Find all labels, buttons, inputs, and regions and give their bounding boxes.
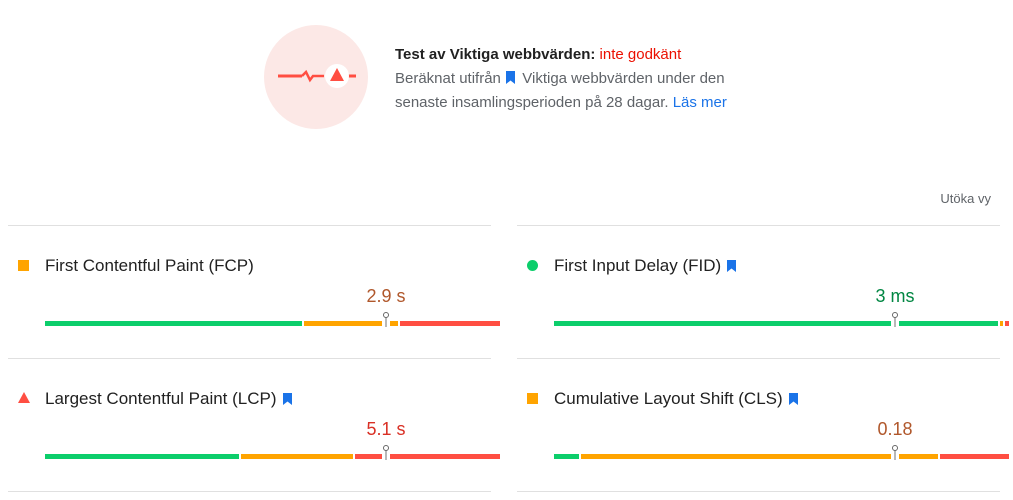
metric-value: 5.1 s (366, 419, 406, 439)
poor-segment (1005, 321, 1009, 326)
bookmark-icon (788, 393, 798, 405)
summary-title: Test av Viktiga webbvärden: (395, 46, 596, 63)
bookmark-icon (282, 393, 292, 405)
poor-segment (400, 321, 500, 326)
cwv-summary: Test av Viktiga webbvärden: inte godkänt… (264, 25, 1004, 135)
expand-view-toggle[interactable]: Utöka vy (940, 191, 991, 206)
poor-triangle-icon (18, 392, 30, 403)
fail-gauge (264, 25, 368, 129)
summary-description: Beräknat utifrån Viktiga webbvärden unde… (395, 67, 775, 115)
average-segment (241, 454, 353, 459)
metric-lcp[interactable]: Largest Contentful Paint (LCP) 5.1 s (8, 359, 500, 489)
bookmark-icon (506, 71, 516, 84)
distribution-bar (554, 445, 1009, 461)
poor-segment (355, 454, 500, 459)
divider (517, 491, 1000, 492)
learn-more-link[interactable]: Läs mer (673, 94, 727, 111)
good-segment (554, 321, 998, 326)
fail-icon (278, 64, 356, 88)
metric-value: 2.9 s (366, 286, 406, 306)
percentile-pin-icon (382, 312, 390, 327)
percentile-pin-icon (891, 312, 899, 327)
good-circle-icon (527, 260, 538, 271)
average-square-icon (527, 393, 538, 404)
distribution-bar (45, 312, 500, 328)
summary-text: Test av Viktiga webbvärden: inte godkänt… (395, 43, 775, 115)
metric-label-text: Cumulative Layout Shift (CLS) (554, 389, 783, 408)
poor-segment (940, 454, 1009, 459)
metric-fcp[interactable]: First Contentful Paint (FCP) 2.9 s (8, 226, 500, 356)
good-segment (554, 454, 579, 459)
bookmark-icon (727, 260, 737, 272)
summary-verdict: inte godkänt (599, 46, 682, 63)
metric-fid[interactable]: First Input Delay (FID) 3 ms (517, 226, 1009, 356)
metric-label-text: First Contentful Paint (FCP) (45, 256, 254, 275)
metric-value: 0.18 (877, 419, 913, 439)
good-segment (45, 321, 302, 326)
percentile-pin-icon (891, 445, 899, 460)
metric-label: Cumulative Layout Shift (CLS) (554, 389, 798, 409)
distribution-bar (45, 445, 500, 461)
average-segment (581, 454, 938, 459)
divider (8, 491, 491, 492)
description-prefix: Beräknat utifrån (395, 70, 501, 87)
metric-label: Largest Contentful Paint (LCP) (45, 389, 292, 409)
good-segment (45, 454, 239, 459)
distribution-bar (554, 312, 1009, 328)
metric-label-text: First Input Delay (FID) (554, 256, 722, 275)
average-square-icon (18, 260, 29, 271)
average-segment (1000, 321, 1003, 326)
metric-label: First Input Delay (FID) (554, 256, 737, 276)
metric-label-text: Largest Contentful Paint (LCP) (45, 389, 277, 408)
metric-value: 3 ms (875, 286, 915, 306)
metric-label: First Contentful Paint (FCP) (45, 256, 254, 276)
summary-headline: Test av Viktiga webbvärden: inte godkänt (395, 43, 775, 67)
metric-cls[interactable]: Cumulative Layout Shift (CLS) 0.18 (517, 359, 1009, 489)
percentile-pin-icon (382, 445, 390, 460)
